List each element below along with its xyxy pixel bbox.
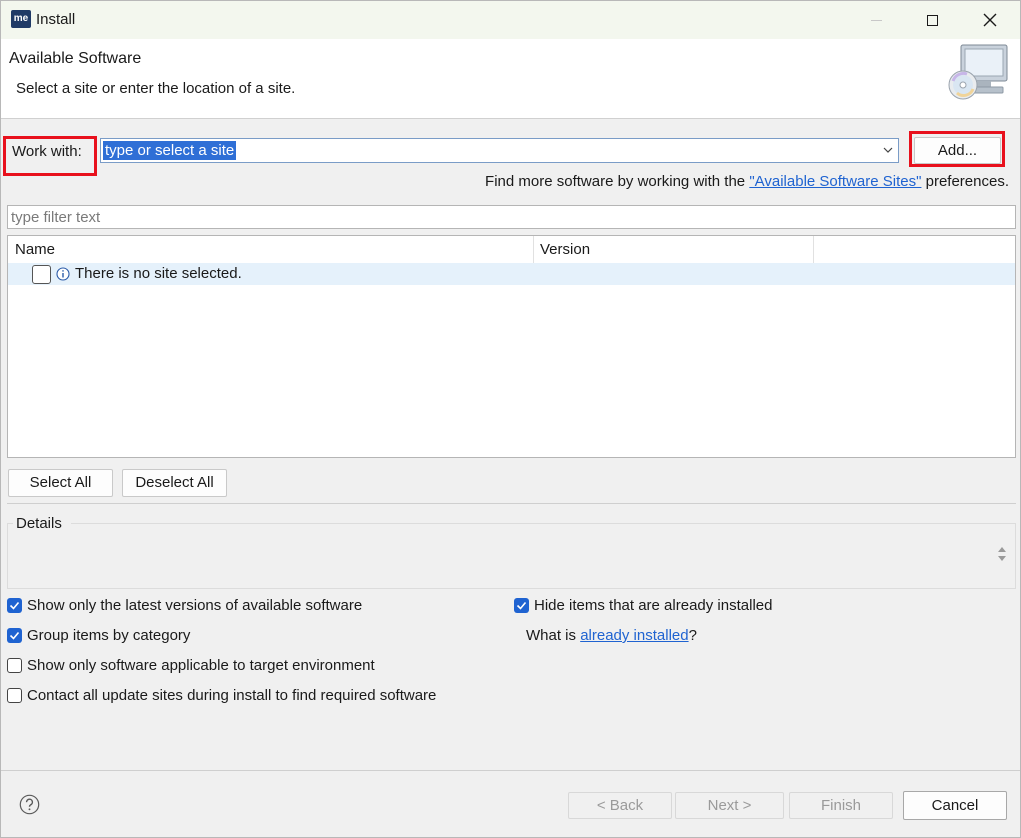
install-dialog: me Install Available Software Select a s… <box>0 0 1021 838</box>
minimize-button[interactable] <box>847 1 905 39</box>
work-with-label: Work with: <box>12 143 82 160</box>
row-checkbox[interactable] <box>32 265 51 284</box>
row-name: There is no site selected. <box>75 265 242 282</box>
divider <box>7 503 1016 504</box>
contact-all-checkbox[interactable] <box>7 688 22 703</box>
add-site-button[interactable]: Add... <box>914 137 1001 164</box>
cancel-button[interactable]: Cancel <box>903 791 1007 820</box>
details-label: Details <box>16 515 62 532</box>
hide-installed-checkbox[interactable] <box>514 598 529 613</box>
what-is-prefix: What is <box>526 627 581 644</box>
title-bar: me Install <box>1 1 1020 39</box>
app-icon: me <box>11 10 31 28</box>
maximize-icon <box>926 14 938 26</box>
group-by-category-label: Group items by category <box>27 627 191 644</box>
contact-all-label: Contact all update sites during install … <box>27 687 437 704</box>
back-button[interactable]: < Back <box>568 792 672 819</box>
target-env-checkbox[interactable] <box>7 658 22 673</box>
find-more-prefix: Find more software by working with the <box>485 173 750 190</box>
maximize-button[interactable] <box>903 1 961 39</box>
work-with-value[interactable]: type or select a site <box>103 141 237 160</box>
deselect-all-button[interactable]: Deselect All <box>122 469 227 497</box>
work-with-combo[interactable]: type or select a site <box>100 138 899 163</box>
hide-installed-label: Hide items that are already installed <box>534 597 773 614</box>
what-is-suffix: ? <box>688 627 697 644</box>
header-banner: Available Software Select a site or ente… <box>1 39 1020 119</box>
target-env-label: Show only software applicable to target … <box>27 657 375 674</box>
already-installed-link[interactable]: already installed <box>580 627 688 644</box>
column-header-name[interactable]: Name <box>8 236 534 263</box>
window-title: Install <box>36 11 76 28</box>
filter-placeholder: type filter text <box>11 209 101 226</box>
what-is-installed: What is already installed? <box>526 627 697 644</box>
latest-versions-label: Show only the latest versions of availab… <box>27 597 363 614</box>
group-by-category-checkbox[interactable] <box>7 628 22 643</box>
latest-versions-checkbox[interactable] <box>7 598 22 613</box>
filter-input[interactable]: type filter text <box>7 205 1016 229</box>
monitor-cd-icon <box>948 44 1008 100</box>
help-icon[interactable] <box>19 794 40 815</box>
column-header-version[interactable]: Version <box>534 236 814 263</box>
minimize-icon <box>870 19 882 21</box>
close-button[interactable] <box>961 1 1019 39</box>
find-more-suffix: preferences. <box>921 173 1009 190</box>
page-title: Available Software <box>9 50 142 67</box>
chevron-down-icon[interactable] <box>882 144 894 156</box>
close-icon <box>983 13 997 27</box>
select-all-button[interactable]: Select All <box>8 469 113 497</box>
info-icon <box>56 267 70 281</box>
finish-button[interactable]: Finish <box>789 792 893 819</box>
page-description: Select a site or enter the location of a… <box>16 80 296 97</box>
scroll-spinner-icon[interactable] <box>996 544 1008 564</box>
next-button[interactable]: Next > <box>675 792 784 819</box>
available-sites-link[interactable]: "Available Software Sites" <box>749 173 921 190</box>
software-table: Name Version There is no site selected. <box>7 235 1016 458</box>
table-row[interactable]: There is no site selected. <box>8 263 1015 285</box>
footer-divider <box>1 770 1020 771</box>
find-more-text: Find more software by working with the "… <box>485 173 1009 190</box>
details-group <box>7 523 1016 589</box>
